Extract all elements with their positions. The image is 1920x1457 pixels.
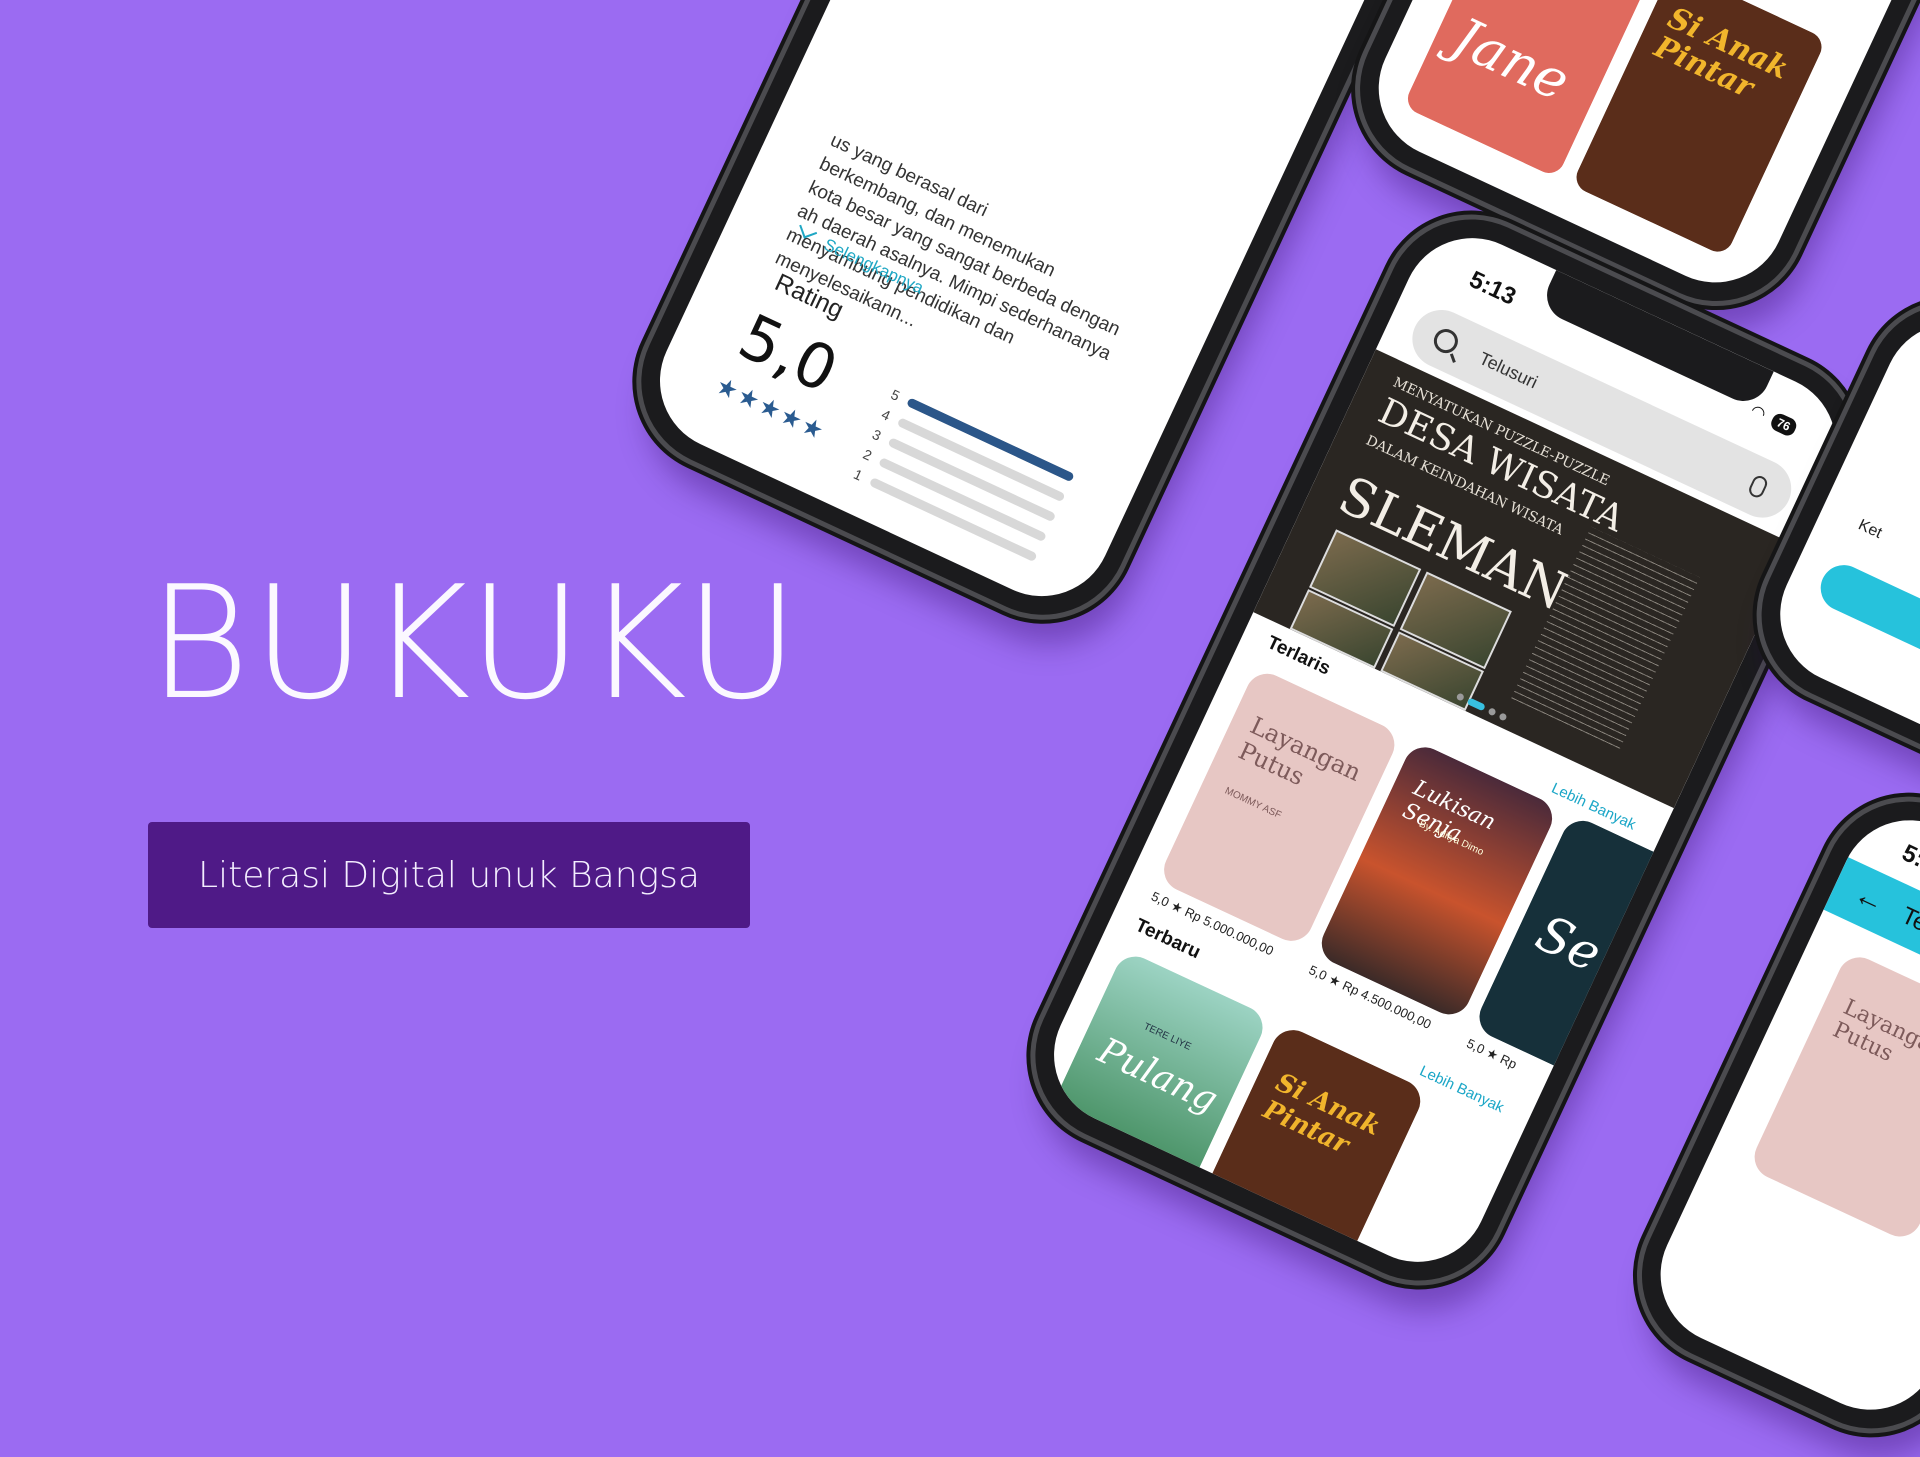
- status-time: 5:13: [1897, 839, 1920, 885]
- more-link-new[interactable]: Lebih Banyak: [1417, 1062, 1507, 1116]
- status-time: 5:13: [1465, 265, 1521, 311]
- edge-button[interactable]: [1813, 557, 1920, 663]
- book-description: us yang berasal dari berkembang, dan men…: [772, 129, 1124, 365]
- book-cover-layangan-putus[interactable]: Layangan Putus: [1747, 950, 1920, 1244]
- back-arrow-icon[interactable]: ←: [1849, 877, 1890, 920]
- battery-icon: 76: [1768, 411, 1799, 439]
- tagline-banner: Literasi Digital unuk Bangsa: [148, 822, 750, 928]
- status-icons: ◠ 76: [1747, 401, 1799, 439]
- wifi-icon: ◠: [1747, 400, 1770, 425]
- search-icon: [1429, 325, 1462, 358]
- brand-title: BUKUKU: [148, 552, 801, 734]
- rating-distribution: 5 4 3 2 1: [850, 383, 1078, 567]
- edge-label: Ket: [1855, 516, 1885, 543]
- list-screen: 5:13 ← Terlaris Layangan Putus: [1637, 797, 1920, 1433]
- list-title: Terlaris: [1897, 901, 1920, 960]
